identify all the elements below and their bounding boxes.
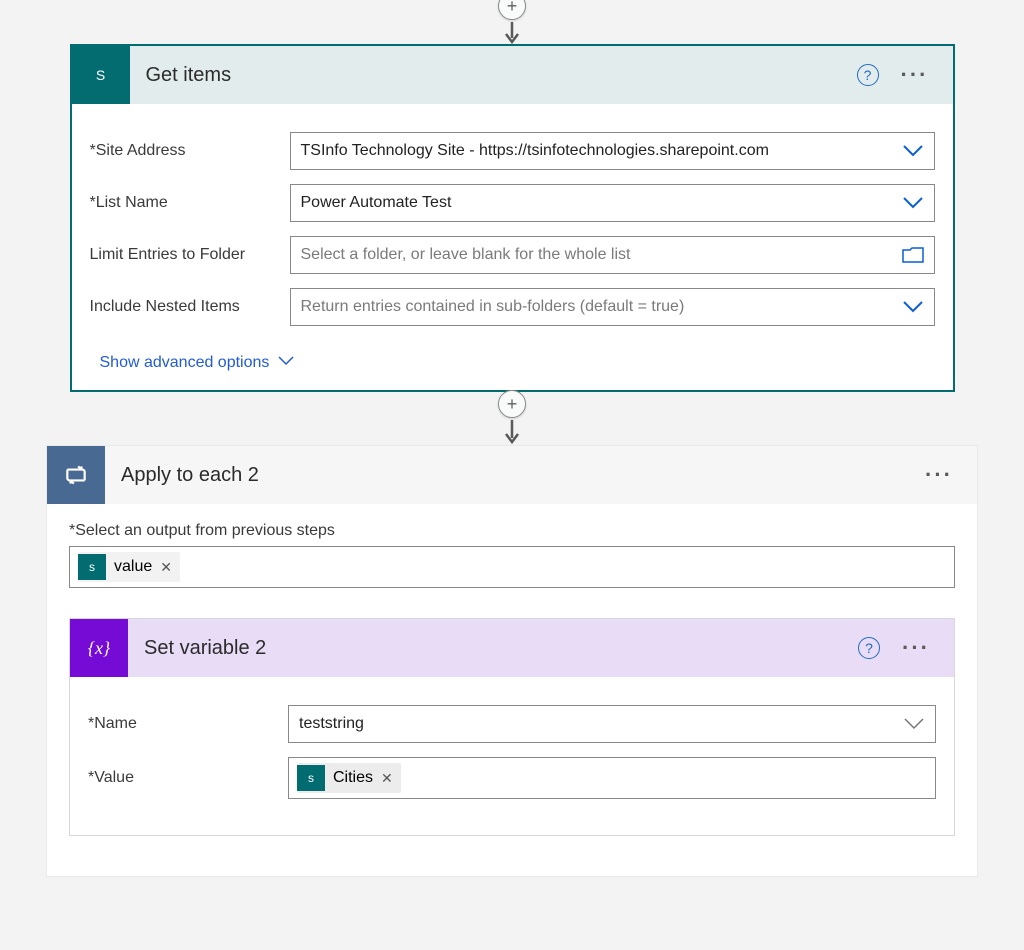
token-value[interactable]: s value ✕	[78, 552, 180, 582]
limit-entries-input[interactable]: Select a folder, or leave blank for the …	[290, 236, 935, 274]
var-name-value: teststring	[299, 715, 903, 733]
site-address-label: *Site Address	[90, 142, 290, 160]
loop-icon	[47, 446, 105, 504]
card-menu-button[interactable]: ···	[921, 462, 957, 488]
arrow-down-icon	[502, 420, 522, 446]
token-cities[interactable]: s Cities ✕	[297, 763, 401, 793]
add-step-button-mid[interactable]: +	[498, 390, 526, 418]
apply-to-each-title: Apply to each 2	[105, 464, 921, 487]
set-variable-header[interactable]: {x} Set variable 2 ? ···	[70, 619, 954, 677]
sharepoint-icon: s	[78, 554, 106, 580]
show-advanced-options-link[interactable]: Show advanced options	[100, 354, 296, 372]
apply-to-each-card: Apply to each 2 ··· *Select an output fr…	[47, 446, 977, 876]
limit-entries-label: Limit Entries to Folder	[90, 246, 290, 264]
include-nested-label: Include Nested Items	[90, 298, 290, 316]
chevron-down-icon	[902, 196, 924, 210]
site-address-select[interactable]: TSInfo Technology Site - https://tsinfot…	[290, 132, 935, 170]
site-address-value: TSInfo Technology Site - https://tsinfot…	[301, 142, 902, 160]
select-output-label: *Select an output from previous steps	[69, 522, 955, 540]
token-label: Cities	[333, 769, 373, 787]
chevron-down-icon	[902, 144, 924, 158]
var-name-label: *Name	[88, 715, 288, 733]
token-label: value	[114, 558, 152, 576]
var-value-input[interactable]: s Cities ✕	[288, 757, 936, 799]
help-icon[interactable]: ?	[857, 64, 879, 86]
var-name-select[interactable]: teststring	[288, 705, 936, 743]
get-items-header[interactable]: S Get items ? ···	[72, 46, 953, 104]
list-name-select[interactable]: Power Automate Test	[290, 184, 935, 222]
include-nested-placeholder: Return entries contained in sub-folders …	[301, 298, 902, 316]
get-items-title: Get items	[130, 64, 857, 87]
list-name-label: *List Name	[90, 194, 290, 212]
remove-token-button[interactable]: ✕	[381, 770, 393, 787]
set-variable-card: {x} Set variable 2 ? ··· *Name teststrin…	[69, 618, 955, 836]
card-menu-button[interactable]: ···	[898, 635, 934, 661]
include-nested-select[interactable]: Return entries contained in sub-folders …	[290, 288, 935, 326]
var-value-label: *Value	[88, 769, 288, 787]
card-menu-button[interactable]: ···	[897, 62, 933, 88]
arrow-down-icon	[502, 22, 522, 44]
chevron-down-icon	[277, 354, 295, 372]
sharepoint-icon: S	[72, 46, 130, 104]
sharepoint-icon: s	[297, 765, 325, 791]
get-items-card: S Get items ? ··· *Site Address TSInfo T…	[70, 44, 955, 392]
variable-icon: {x}	[70, 619, 128, 677]
set-variable-title: Set variable 2	[128, 637, 858, 660]
select-output-input[interactable]: s value ✕	[69, 546, 955, 588]
chevron-down-icon	[903, 717, 925, 731]
apply-to-each-header[interactable]: Apply to each 2 ···	[47, 446, 977, 504]
limit-entries-placeholder: Select a folder, or leave blank for the …	[301, 246, 902, 264]
help-icon[interactable]: ?	[858, 637, 880, 659]
chevron-down-icon	[902, 300, 924, 314]
folder-icon[interactable]	[902, 246, 924, 264]
remove-token-button[interactable]: ✕	[160, 559, 172, 576]
list-name-value: Power Automate Test	[301, 194, 902, 212]
add-step-button-top[interactable]: +	[498, 0, 526, 20]
